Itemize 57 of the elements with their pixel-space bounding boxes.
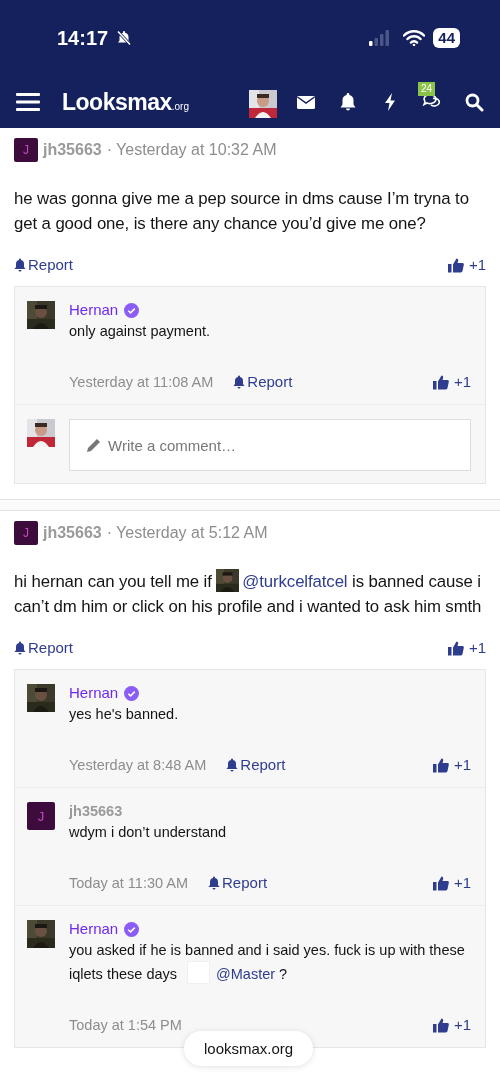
- comment-time[interactable]: Yesterday at 11:08 AM: [69, 373, 214, 390]
- post-time[interactable]: Yesterday at 10:32 AM: [116, 141, 277, 159]
- report-link[interactable]: Report: [14, 639, 74, 656]
- comment-text: only against payment.: [69, 322, 212, 341]
- thumbs-up-icon: [432, 1016, 449, 1033]
- pencil-icon: [86, 437, 102, 453]
- like-button[interactable]: +1: [432, 756, 471, 773]
- report-link[interactable]: Report: [208, 874, 268, 891]
- comment-time[interactable]: Yesterday at 8:48 AM: [69, 756, 207, 773]
- bell-icon: [14, 257, 26, 272]
- post-time[interactable]: Yesterday at 5:12 AM: [116, 524, 268, 542]
- wifi-icon: [403, 30, 426, 46]
- signal-icon: [369, 30, 390, 46]
- bell-icon: [14, 640, 26, 655]
- bell-icon[interactable]: [338, 92, 358, 112]
- comment-author[interactable]: Hernan: [69, 301, 119, 319]
- user-avatar[interactable]: J: [27, 802, 55, 830]
- thumbs-up-icon: [432, 874, 449, 891]
- search-icon[interactable]: [464, 92, 484, 112]
- bell-icon: [233, 374, 246, 389]
- user-mention[interactable]: @turkcelfatcel: [242, 572, 348, 591]
- comment-field[interactable]: Write a comment…: [69, 419, 471, 471]
- url-pill[interactable]: looksmax.org: [184, 1031, 314, 1066]
- comment-text: wdym i don’t understand: [69, 823, 228, 842]
- post-text: he was gonna give me a pep source in dms cause I’m tryna to get a good one, is there any chance you’d give me one?: [14, 188, 470, 235]
- menu-icon[interactable]: [16, 92, 40, 112]
- post-text: hi hernan can you tell me if @turkcelfatcel is banned cause i can’t dm him or click on his profile and i wanted to ask him smth: [14, 569, 486, 619]
- like-button[interactable]: +1: [447, 256, 486, 273]
- like-button[interactable]: +1: [432, 373, 471, 390]
- separator-dot: ·: [106, 524, 113, 542]
- comment-author[interactable]: Hernan: [69, 684, 119, 702]
- thumbs-up-icon: [447, 256, 464, 273]
- like-button[interactable]: +1: [432, 874, 471, 891]
- site-logo[interactable]: Looksmax.org: [62, 88, 189, 116]
- comment-text: you asked if he is banned and i said yes. fuck is up with these iqlets these days @Master ?: [69, 941, 466, 985]
- report-link[interactable]: Report: [233, 373, 293, 390]
- user-mention[interactable]: @Master: [216, 966, 276, 982]
- user-avatar[interactable]: J: [14, 521, 38, 545]
- like-button[interactable]: +1: [447, 639, 486, 656]
- report-link[interactable]: Report: [14, 256, 74, 273]
- report-link[interactable]: Report: [226, 756, 286, 773]
- comment-author[interactable]: Hernan: [69, 920, 119, 938]
- comment-text: yes he's banned.: [69, 705, 180, 724]
- clock: 14:17: [57, 26, 109, 50]
- thumbs-up-icon: [432, 756, 449, 773]
- separator-dot: ·: [106, 141, 113, 159]
- comment-time[interactable]: Today at 11:30 AM: [69, 874, 189, 891]
- thumbs-up-icon: [432, 373, 449, 390]
- notification-badge: 24: [418, 82, 436, 96]
- muted-bell-icon: [116, 30, 133, 46]
- bell-icon: [226, 757, 239, 772]
- comment-time[interactable]: Today at 1:54 PM: [69, 1016, 182, 1033]
- battery-indicator: 44: [433, 28, 460, 48]
- like-button[interactable]: +1: [432, 1016, 471, 1033]
- user-avatar[interactable]: J: [14, 138, 38, 162]
- bell-icon: [208, 875, 221, 890]
- thumbs-up-icon: [447, 639, 464, 656]
